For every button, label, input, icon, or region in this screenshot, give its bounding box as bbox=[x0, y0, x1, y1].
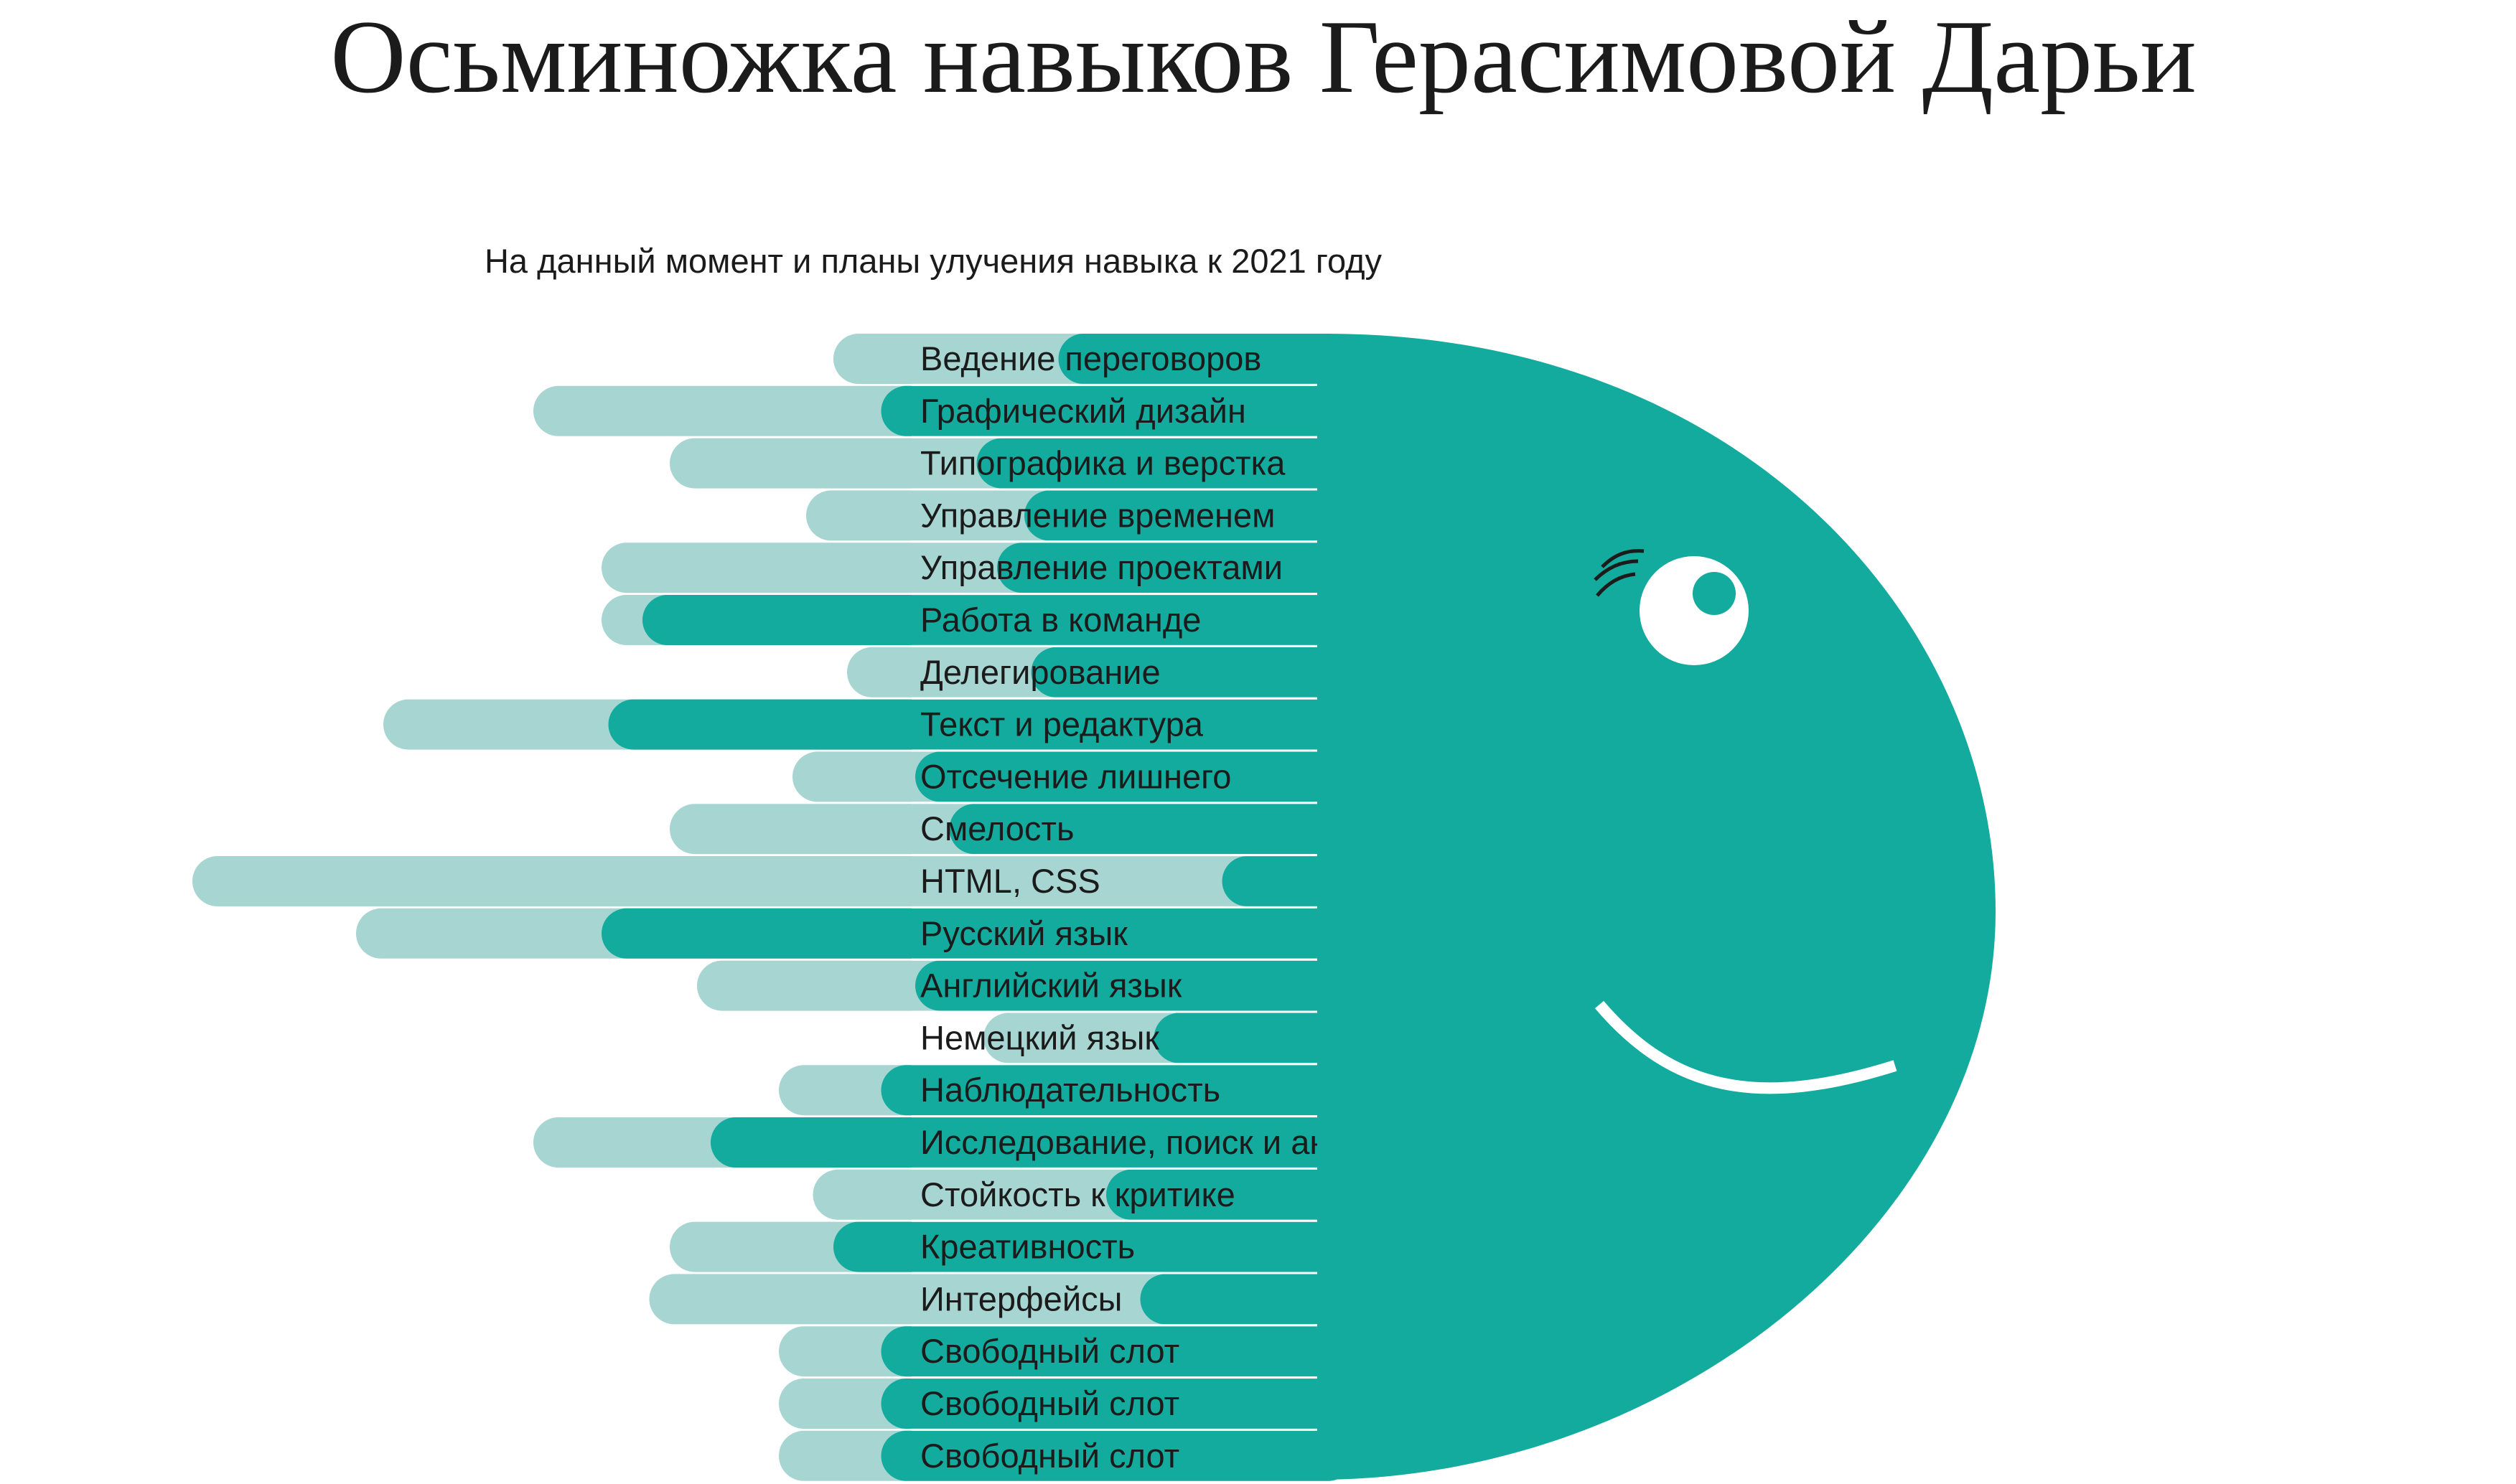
skill-label: Делегирование bbox=[920, 653, 1161, 691]
skills-octopus-chart: Осьминожка навыков Герасимовой Дарьи На … bbox=[192, 0, 2197, 1481]
skill-label: Отсечение лишнего bbox=[920, 757, 1231, 795]
skill-label: Интерфейсы bbox=[920, 1279, 1122, 1318]
skill-label: Свободный слот bbox=[920, 1332, 1179, 1370]
skill-label: Графический дизайн bbox=[920, 392, 1246, 430]
skill-label: Стойкость к критике bbox=[920, 1175, 1235, 1213]
chart-subtitle: На данный момент и планы улучения навыка… bbox=[485, 242, 1383, 280]
skill-label: Текст и редактура bbox=[920, 705, 1204, 743]
skill-label: Управление временем bbox=[920, 496, 1275, 534]
skill-label: Английский язык bbox=[920, 967, 1182, 1005]
octopus-head bbox=[1317, 333, 1996, 1480]
chart-title: Осьминожка навыков Герасимовой Дарьи bbox=[330, 0, 2197, 115]
tentacle-bars: Ведение переговоров Графический дизайн Тип… bbox=[192, 334, 1401, 1481]
skill-label: Креативность bbox=[920, 1228, 1135, 1266]
skill-label: HTML, CSS bbox=[920, 862, 1100, 900]
skill-label: Управление проектами bbox=[920, 548, 1283, 586]
skill-label: Наблюдательность bbox=[920, 1071, 1220, 1109]
eye-icon bbox=[1640, 556, 1749, 665]
skill-label: Типографика и верстка bbox=[920, 444, 1286, 482]
skill-label: Свободный слот bbox=[920, 1384, 1179, 1422]
skill-label: Русский язык bbox=[920, 914, 1128, 952]
skill-label: Смелость bbox=[920, 809, 1074, 847]
pupil-icon bbox=[1693, 572, 1736, 615]
skill-label: Ведение переговоров bbox=[920, 339, 1261, 377]
planned-bar bbox=[192, 856, 1353, 906]
skill-label: Немецкий язык bbox=[920, 1018, 1159, 1056]
skill-label: Свободный слот bbox=[920, 1437, 1179, 1475]
skill-label: Работа в команде bbox=[920, 601, 1201, 639]
